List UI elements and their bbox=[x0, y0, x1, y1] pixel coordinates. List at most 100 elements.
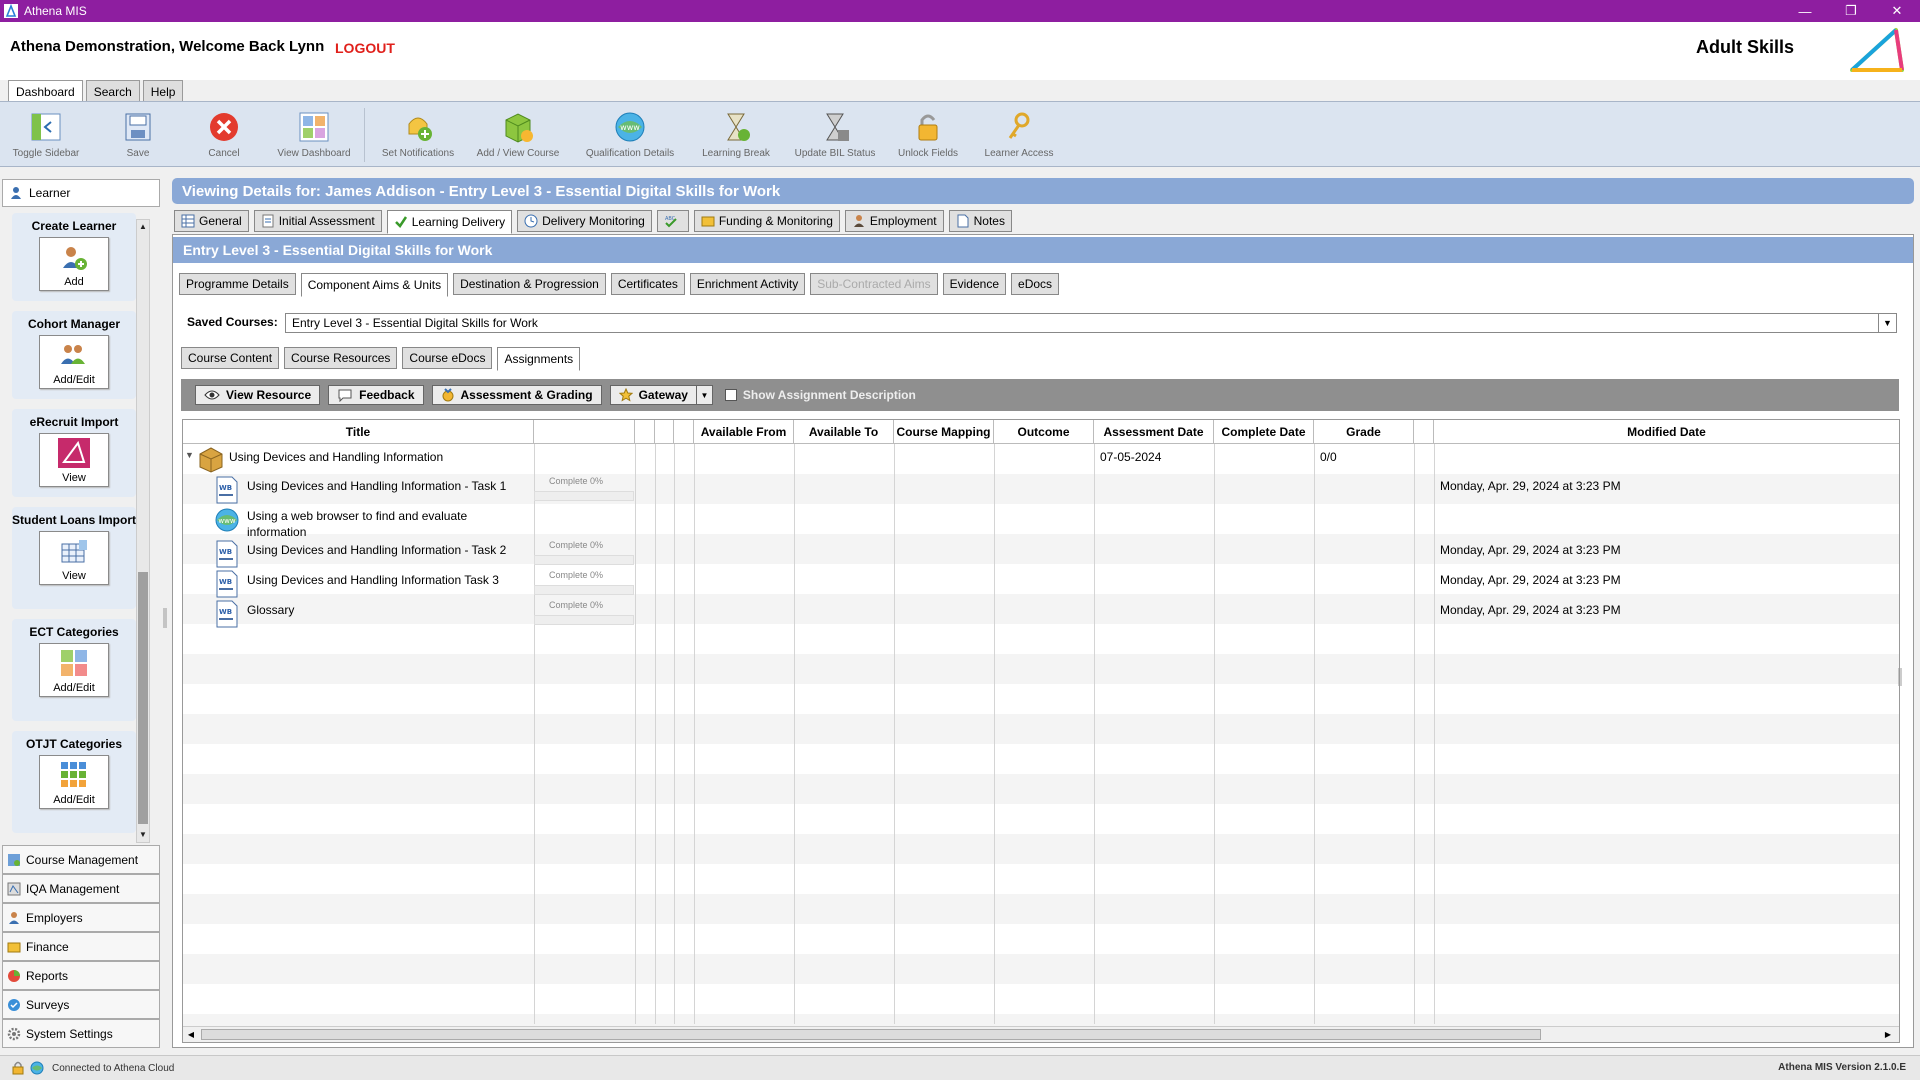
col-course-mapping[interactable]: Course Mapping bbox=[894, 420, 994, 444]
add-learner-button[interactable]: Add bbox=[39, 237, 109, 291]
grid-horizontal-scrollbar[interactable]: ◀ ▶ bbox=[183, 1026, 1899, 1042]
row-title: Using Devices and Handling Information T… bbox=[247, 573, 499, 587]
tab-course-resources[interactable]: Course Resources bbox=[284, 347, 398, 369]
tab-initial-assessment[interactable]: Initial Assessment bbox=[253, 210, 382, 232]
tab-employment[interactable]: Employment bbox=[844, 210, 944, 232]
expand-toggle-icon[interactable]: ▼ bbox=[185, 450, 194, 460]
sidebar-item-reports[interactable]: Reports bbox=[2, 961, 160, 990]
table-row[interactable]: WB Glossary Complete 0% Monday, Apr. 29, 20… bbox=[183, 598, 1899, 628]
tab-delivery-monitoring[interactable]: Delivery Monitoring bbox=[517, 210, 652, 232]
right-splitter-handle[interactable] bbox=[1898, 668, 1903, 686]
saved-courses-select[interactable]: Entry Level 3 - Essential Digital Skills… bbox=[285, 313, 1897, 333]
show-description-checkbox[interactable] bbox=[724, 389, 737, 401]
sidebar-item-label: Reports bbox=[26, 968, 69, 983]
col-modified-date[interactable]: Modified Date bbox=[1434, 420, 1899, 444]
col-available-to[interactable]: Available To bbox=[794, 420, 894, 444]
sidebar-item-course-management[interactable]: Course Management bbox=[2, 845, 160, 874]
col-blank-2[interactable] bbox=[655, 420, 674, 444]
col-title[interactable]: Title bbox=[183, 420, 534, 444]
col-progress[interactable] bbox=[534, 420, 635, 444]
sidebar-item-iqa-management[interactable]: IQA Management bbox=[2, 874, 160, 903]
tab-edocs[interactable]: eDocs bbox=[1011, 273, 1060, 295]
col-assessment-date[interactable]: Assessment Date bbox=[1094, 420, 1214, 444]
col-blank-4[interactable] bbox=[1414, 420, 1434, 444]
scroll-down-icon[interactable]: ▼ bbox=[137, 828, 149, 842]
card-ect-categories: ECT Categories Add/Edit bbox=[12, 619, 136, 721]
minimize-button[interactable]: — bbox=[1782, 0, 1828, 22]
cancel-icon bbox=[210, 113, 238, 141]
tab-dashboard[interactable]: Dashboard bbox=[8, 80, 83, 103]
assessment-grading-button[interactable]: Assessment & Grading bbox=[431, 385, 602, 405]
erecruit-view-button[interactable]: View bbox=[39, 433, 109, 487]
toggle-sidebar-button[interactable]: Toggle Sidebar bbox=[0, 110, 94, 159]
table-row[interactable]: www Using a web browser to find and evalu… bbox=[183, 504, 1899, 539]
employment-icon bbox=[853, 215, 864, 227]
tab-enrichment-activity[interactable]: Enrichment Activity bbox=[689, 273, 806, 295]
tab-destination-progression[interactable]: Destination & Progression bbox=[453, 273, 606, 295]
qualification-details-button[interactable]: www Qualification Details bbox=[582, 110, 678, 159]
tab-evidence[interactable]: Evidence bbox=[942, 273, 1007, 295]
col-blank-3[interactable] bbox=[674, 420, 694, 444]
sidebar-item-finance[interactable]: Finance bbox=[2, 932, 160, 961]
scroll-up-icon[interactable]: ▲ bbox=[137, 220, 149, 234]
table-row[interactable]: WB Using Devices and Handling Information… bbox=[183, 474, 1899, 504]
tab-help[interactable]: Help bbox=[142, 80, 184, 102]
tab-general[interactable]: General bbox=[174, 210, 249, 232]
learning-break-button[interactable]: Learning Break bbox=[688, 110, 784, 159]
tab-notes[interactable]: Notes bbox=[948, 210, 1012, 232]
sidebar-scroll-thumb[interactable] bbox=[138, 572, 148, 824]
col-available-from[interactable]: Available From bbox=[694, 420, 794, 444]
logout-link[interactable]: LOGOUT bbox=[335, 40, 395, 56]
tab-spellcheck[interactable]: ABC bbox=[656, 210, 689, 232]
col-grade[interactable]: Grade bbox=[1314, 420, 1414, 444]
sidebar-scrollbar[interactable]: ▲ ▼ bbox=[136, 219, 150, 843]
feedback-button[interactable]: Feedback bbox=[328, 385, 424, 405]
cancel-button[interactable]: Cancel bbox=[176, 110, 272, 159]
otjt-categories-button[interactable]: Add/Edit bbox=[39, 755, 109, 809]
save-button[interactable]: Save bbox=[90, 110, 186, 159]
col-outcome[interactable]: Outcome bbox=[994, 420, 1094, 444]
tab-assignments[interactable]: Assignments bbox=[497, 347, 581, 371]
learner-tabs: General Initial Assessment Learning Deli… bbox=[174, 210, 1012, 234]
learner-access-button[interactable]: Learner Access bbox=[971, 110, 1067, 159]
scroll-right-icon[interactable]: ▶ bbox=[1881, 1028, 1895, 1042]
gateway-dropdown-icon[interactable]: ▼ bbox=[696, 385, 713, 405]
table-row[interactable]: WB Using Devices and Handling Information… bbox=[183, 568, 1899, 598]
scroll-left-icon[interactable]: ◀ bbox=[184, 1028, 198, 1042]
student-loans-view-button[interactable]: View bbox=[39, 531, 109, 585]
gateway-button[interactable]: Gateway bbox=[609, 385, 697, 405]
tab-programme-details[interactable]: Programme Details bbox=[179, 273, 296, 295]
sidebar-header-learner[interactable]: Learner bbox=[2, 179, 160, 207]
tab-component-aims[interactable]: Component Aims & Units bbox=[300, 273, 449, 297]
tab-learning-delivery[interactable]: Learning Delivery bbox=[386, 210, 513, 234]
col-blank-1[interactable] bbox=[635, 420, 655, 444]
sidebar-item-label: System Settings bbox=[26, 1026, 113, 1041]
chevron-down-icon[interactable]: ▼ bbox=[1878, 314, 1896, 332]
tab-course-edocs[interactable]: Course eDocs bbox=[402, 347, 493, 369]
grid-scroll-thumb[interactable] bbox=[201, 1029, 1541, 1040]
restore-button[interactable]: ❐ bbox=[1828, 0, 1874, 22]
ect-categories-button[interactable]: Add/Edit bbox=[39, 643, 109, 697]
tab-search[interactable]: Search bbox=[85, 80, 140, 102]
add-view-course-button[interactable]: Add / View Course bbox=[470, 110, 566, 159]
sidebar-item-system-settings[interactable]: System Settings bbox=[2, 1019, 160, 1048]
tab-funding-monitoring[interactable]: Funding & Monitoring bbox=[693, 210, 840, 232]
close-button[interactable]: ✕ bbox=[1874, 0, 1920, 22]
set-notifications-button[interactable]: Set Notifications bbox=[370, 110, 466, 159]
table-row[interactable]: WB Using Devices and Handling Information… bbox=[183, 538, 1899, 568]
view-dashboard-button[interactable]: View Dashboard bbox=[266, 110, 362, 159]
update-bil-status-button[interactable]: Update BIL Status bbox=[787, 110, 883, 159]
cohort-manager-button[interactable]: Add/Edit bbox=[39, 335, 109, 389]
tab-course-content[interactable]: Course Content bbox=[181, 347, 280, 369]
assignment-group-row[interactable]: ▼ Using Devices and Handling Information 0… bbox=[183, 444, 1899, 474]
view-resource-button[interactable]: View Resource bbox=[195, 385, 321, 405]
sidebar-splitter-handle[interactable] bbox=[163, 608, 168, 628]
col-complete-date[interactable]: Complete Date bbox=[1214, 420, 1314, 444]
sidebar-item-employers[interactable]: Employers bbox=[2, 903, 160, 932]
show-description-toggle[interactable]: Show Assignment Description bbox=[724, 388, 916, 402]
toolbar-label: Save bbox=[126, 148, 150, 159]
tab-certificates[interactable]: Certificates bbox=[610, 273, 685, 295]
sidebar-item-surveys[interactable]: Surveys bbox=[2, 990, 160, 1019]
unlock-fields-button[interactable]: Unlock Fields bbox=[880, 110, 976, 159]
tab-label: Employment bbox=[869, 214, 937, 228]
